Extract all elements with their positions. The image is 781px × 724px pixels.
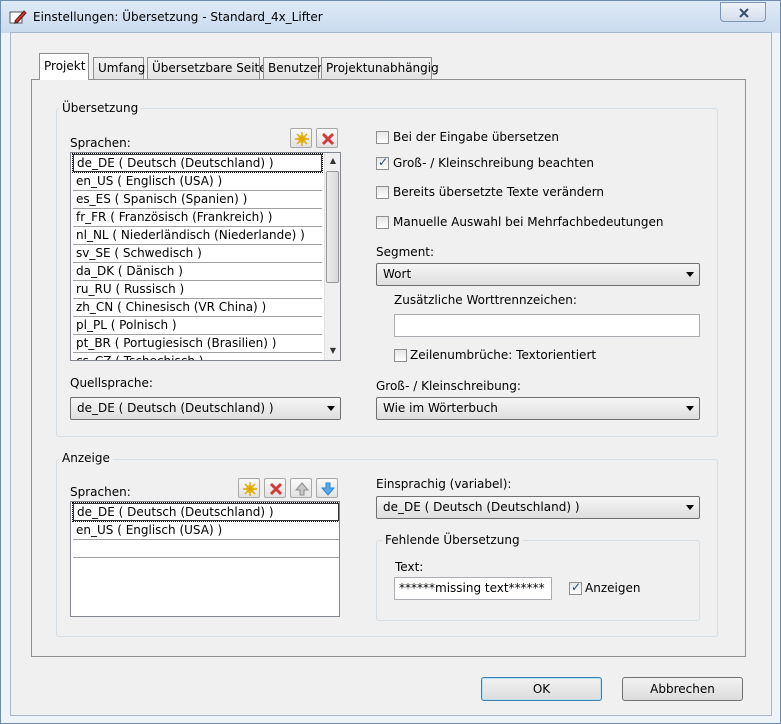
missing-text-input[interactable]: ******missing text****** [394,577,552,600]
extra-separators-input[interactable] [394,314,700,337]
case-label: Groß- / Kleinschreibung: [376,379,521,393]
monolingual-value: de_DE ( Deutsch (Deutschland) ) [383,500,580,514]
case-value: Wie im Wörterbuch [383,401,498,415]
missing-translation-group-label: Fehlende Übersetzung [382,533,523,547]
match-case-checkbox[interactable] [376,155,389,170]
list-item[interactable]: da_DK ( Dänisch ) [73,263,322,281]
modify-translated-label: Bereits übersetzte Texte verändern [393,185,605,199]
case-select[interactable]: Wie im Wörterbuch [376,397,700,420]
display-languages-list[interactable]: de_DE ( Deutsch (Deutschland) ) en_US ( … [70,501,340,617]
remove-language-button[interactable] [316,128,338,148]
segment-value: Wort [383,267,412,281]
list-item[interactable]: sv_SE ( Schwedisch ) [73,245,322,263]
list-item[interactable]: nl_NL ( Niederländisch (Niederlande) ) [73,227,322,245]
close-button[interactable] [720,2,766,22]
line-breaks-label: Zeilenumbrüche: Textorientiert [410,348,597,362]
segment-label: Segment: [376,245,435,259]
line-breaks-checkbox[interactable] [394,349,407,362]
source-language-value: de_DE ( Deutsch (Deutschland) ) [77,401,274,415]
translate-on-input-checkbox[interactable] [376,131,389,144]
show-missing-checkbox[interactable] [569,580,582,595]
tab-uebersetzbare-seiten[interactable]: Übersetzbare Seiten [147,57,274,79]
match-case-label: Groß- / Kleinschreibung beachten [393,156,594,170]
modify-translated-checkbox[interactable] [376,186,389,199]
missing-text-label: Text: [395,560,424,574]
list-item[interactable]: pt_BR ( Portugiesisch (Brasilien) ) [73,335,322,353]
show-missing-label: Anzeigen [585,581,641,595]
title-app-icon [9,9,27,25]
list-item[interactable]: en_US ( Englisch (USA) ) [73,173,322,191]
chevron-down-icon [686,505,694,510]
add-display-language-button[interactable] [238,478,260,498]
tab-projekt[interactable]: Projekt [39,53,89,80]
title-bar[interactable]: Einstellungen: Übersetzung - Standard_4x… [1,1,780,33]
add-language-button[interactable] [290,128,312,148]
extra-separators-label: Zusätzliche Worttrennzeichen: [394,293,577,307]
manual-selection-checkbox[interactable] [376,216,389,229]
move-down-icon [320,482,336,496]
languages-scrollbar[interactable]: ▲ ▼ [324,153,340,360]
scroll-up-icon[interactable]: ▲ [325,153,340,169]
tab-projektunabhaengig[interactable]: Projektunabhängig [321,57,439,79]
manual-selection-label: Manuelle Auswahl bei Mehrfachbedeutungen [393,215,664,229]
tab-umfang[interactable]: Umfang [93,57,145,79]
ok-button[interactable]: OK [481,677,602,701]
monolingual-label: Einsprachig (variabel): [376,477,512,491]
move-up-icon [294,482,310,496]
display-languages-label: Sprachen: [70,485,131,499]
source-language-select[interactable]: de_DE ( Deutsch (Deutschland) ) [70,397,341,420]
delete-icon [321,132,335,146]
window-title: Einstellungen: Übersetzung - Standard_4x… [33,10,323,24]
scroll-thumb[interactable] [326,171,339,283]
display-group-label: Anzeige [59,451,113,465]
list-item[interactable]: zh_CN ( Chinesisch (VR China) ) [73,299,322,317]
move-down-button[interactable] [316,478,338,498]
translate-on-input-label: Bei der Eingabe übersetzen [393,130,559,144]
segment-select[interactable]: Wort [376,263,700,286]
source-language-label: Quellsprache: [70,376,153,390]
chevron-down-icon [686,272,694,277]
chevron-down-icon [327,406,335,411]
delete-icon [269,482,283,496]
list-item[interactable]: de_DE ( Deutsch (Deutschland) ) [72,502,339,522]
chevron-down-icon [686,406,694,411]
languages-list[interactable]: de_DE ( Deutsch (Deutschland) ) en_US ( … [70,152,341,361]
new-icon [243,482,257,496]
tab-benutzer[interactable]: Benutzer [263,57,322,79]
close-icon [739,8,749,18]
cancel-button[interactable]: Abbrechen [622,677,743,701]
list-item[interactable]: es_ES ( Spanisch (Spanien) ) [73,191,322,209]
remove-display-language-button[interactable] [264,478,286,498]
scroll-down-icon[interactable]: ▼ [325,343,340,359]
languages-label: Sprachen: [70,136,131,150]
list-item[interactable]: pl_PL ( Polnisch ) [73,317,322,335]
list-item[interactable]: cs_CZ ( Tschechisch ) [73,353,322,360]
list-item[interactable]: fr_FR ( Französisch (Frankreich) ) [73,209,322,227]
list-item[interactable]: de_DE ( Deutsch (Deutschland) ) [72,153,323,173]
move-up-button[interactable] [290,478,312,498]
monolingual-select[interactable]: de_DE ( Deutsch (Deutschland) ) [376,496,700,519]
translation-group-label: Übersetzung [59,101,142,115]
list-item[interactable]: ru_RU ( Russisch ) [73,281,322,299]
list-item[interactable]: en_US ( Englisch (USA) ) [73,522,339,540]
list-item[interactable] [73,540,339,558]
new-icon [295,132,309,146]
